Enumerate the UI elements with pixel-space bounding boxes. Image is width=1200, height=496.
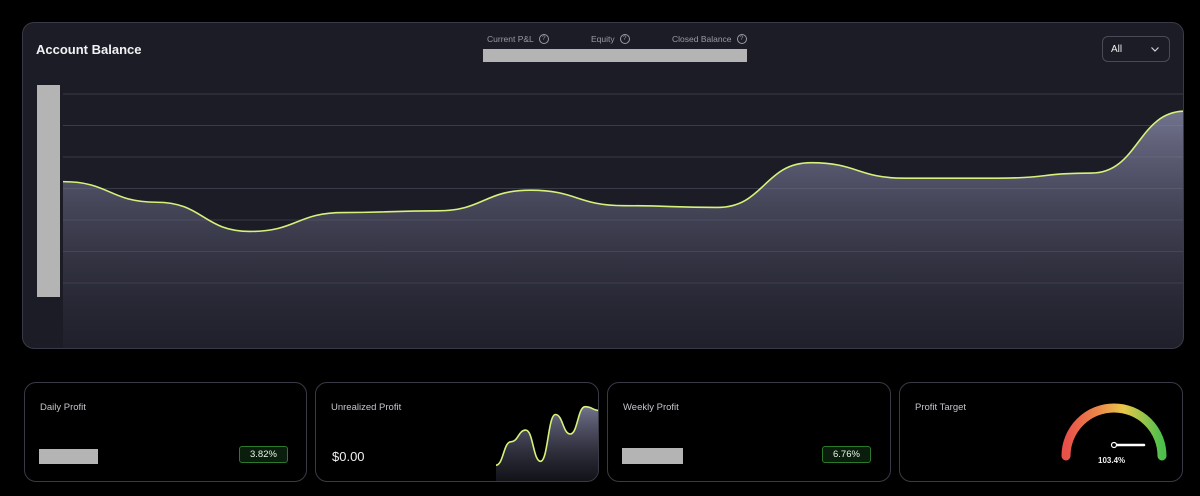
range-select-value: All <box>1111 44 1123 55</box>
metric-label: Closed Balance <box>672 34 732 44</box>
daily-profit-value-redacted <box>39 449 98 464</box>
range-select[interactable]: All <box>1102 36 1170 62</box>
gauge-arc <box>1061 403 1167 461</box>
gauge-needle <box>1110 441 1146 449</box>
daily-profit-card: Daily Profit 3.82% <box>24 382 307 482</box>
y-axis-labels-redacted <box>37 85 60 297</box>
metric-current-pnl: Current P&L ? <box>487 34 549 44</box>
metric-equity: Equity ? <box>591 34 630 44</box>
help-circle-icon[interactable]: ? <box>619 34 630 44</box>
metric-label: Current P&L <box>487 34 534 44</box>
card-title: Profit Target <box>915 402 967 413</box>
weekly-profit-badge: 6.76% <box>822 446 871 463</box>
unrealized-profit-value: $0.00 <box>332 449 365 464</box>
card-title: Daily Profit <box>40 402 86 413</box>
card-title: Weekly Profit <box>623 402 679 413</box>
chevron-down-icon <box>1151 47 1159 52</box>
help-circle-icon[interactable]: ? <box>736 34 747 44</box>
weekly-profit-value-redacted <box>622 448 683 464</box>
panel-title: Account Balance <box>36 42 142 57</box>
profit-target-value: 103.4% <box>1098 456 1126 465</box>
metric-closed-balance: Closed Balance ? <box>672 34 747 44</box>
card-title: Unrealized Profit <box>331 402 402 413</box>
unrealized-profit-sparkline <box>496 405 598 481</box>
profit-target-card: Profit Target 103.4% <box>899 382 1183 482</box>
weekly-profit-card: Weekly Profit 6.76% <box>607 382 891 482</box>
help-circle-icon[interactable]: ? <box>538 34 549 44</box>
account-balance-panel: Account Balance Current P&L ? Equity ? C… <box>22 22 1184 349</box>
metric-label: Equity <box>591 34 615 44</box>
account-balance-chart <box>62 93 1183 348</box>
unrealized-profit-card: Unrealized Profit $0.00 <box>315 382 599 482</box>
daily-profit-badge: 3.82% <box>239 446 288 463</box>
metric-values-redacted <box>483 49 747 62</box>
